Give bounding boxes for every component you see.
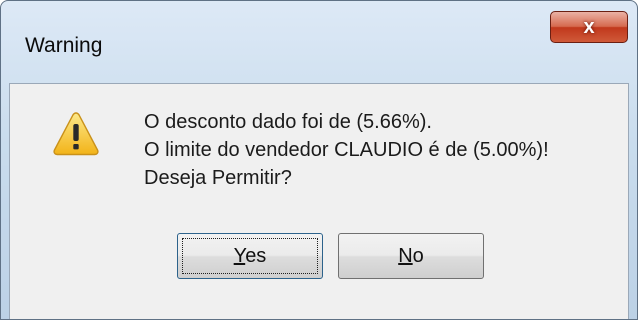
close-icon: x xyxy=(583,15,595,38)
no-button-label: No xyxy=(398,245,424,268)
warning-dialog: Warning x O desconto dado foi de (5.66%)… xyxy=(0,0,638,320)
window-title: Warning xyxy=(25,34,103,57)
close-button[interactable]: x xyxy=(550,11,628,43)
message-text: O desconto dado foi de (5.66%). O limite… xyxy=(144,108,549,192)
yes-button-label: Yes xyxy=(234,245,267,268)
message-line-2: O limite do vendedor CLAUDIO é de (5.00%… xyxy=(144,139,549,161)
message-line-3: Deseja Permitir? xyxy=(144,167,292,189)
message-line-1: O desconto dado foi de (5.66%). xyxy=(144,111,432,133)
yes-label-rest: es xyxy=(245,244,267,267)
warning-triangle-icon xyxy=(53,112,99,156)
no-label-rest: o xyxy=(412,244,424,267)
no-mnemonic: N xyxy=(398,244,413,267)
yes-mnemonic: Y xyxy=(233,244,246,267)
yes-button[interactable]: Yes xyxy=(177,233,323,279)
no-button[interactable]: No xyxy=(338,233,484,279)
title-bar[interactable]: Warning x xyxy=(1,1,637,83)
dialog-body: O desconto dado foi de (5.66%). O limite… xyxy=(9,83,629,319)
